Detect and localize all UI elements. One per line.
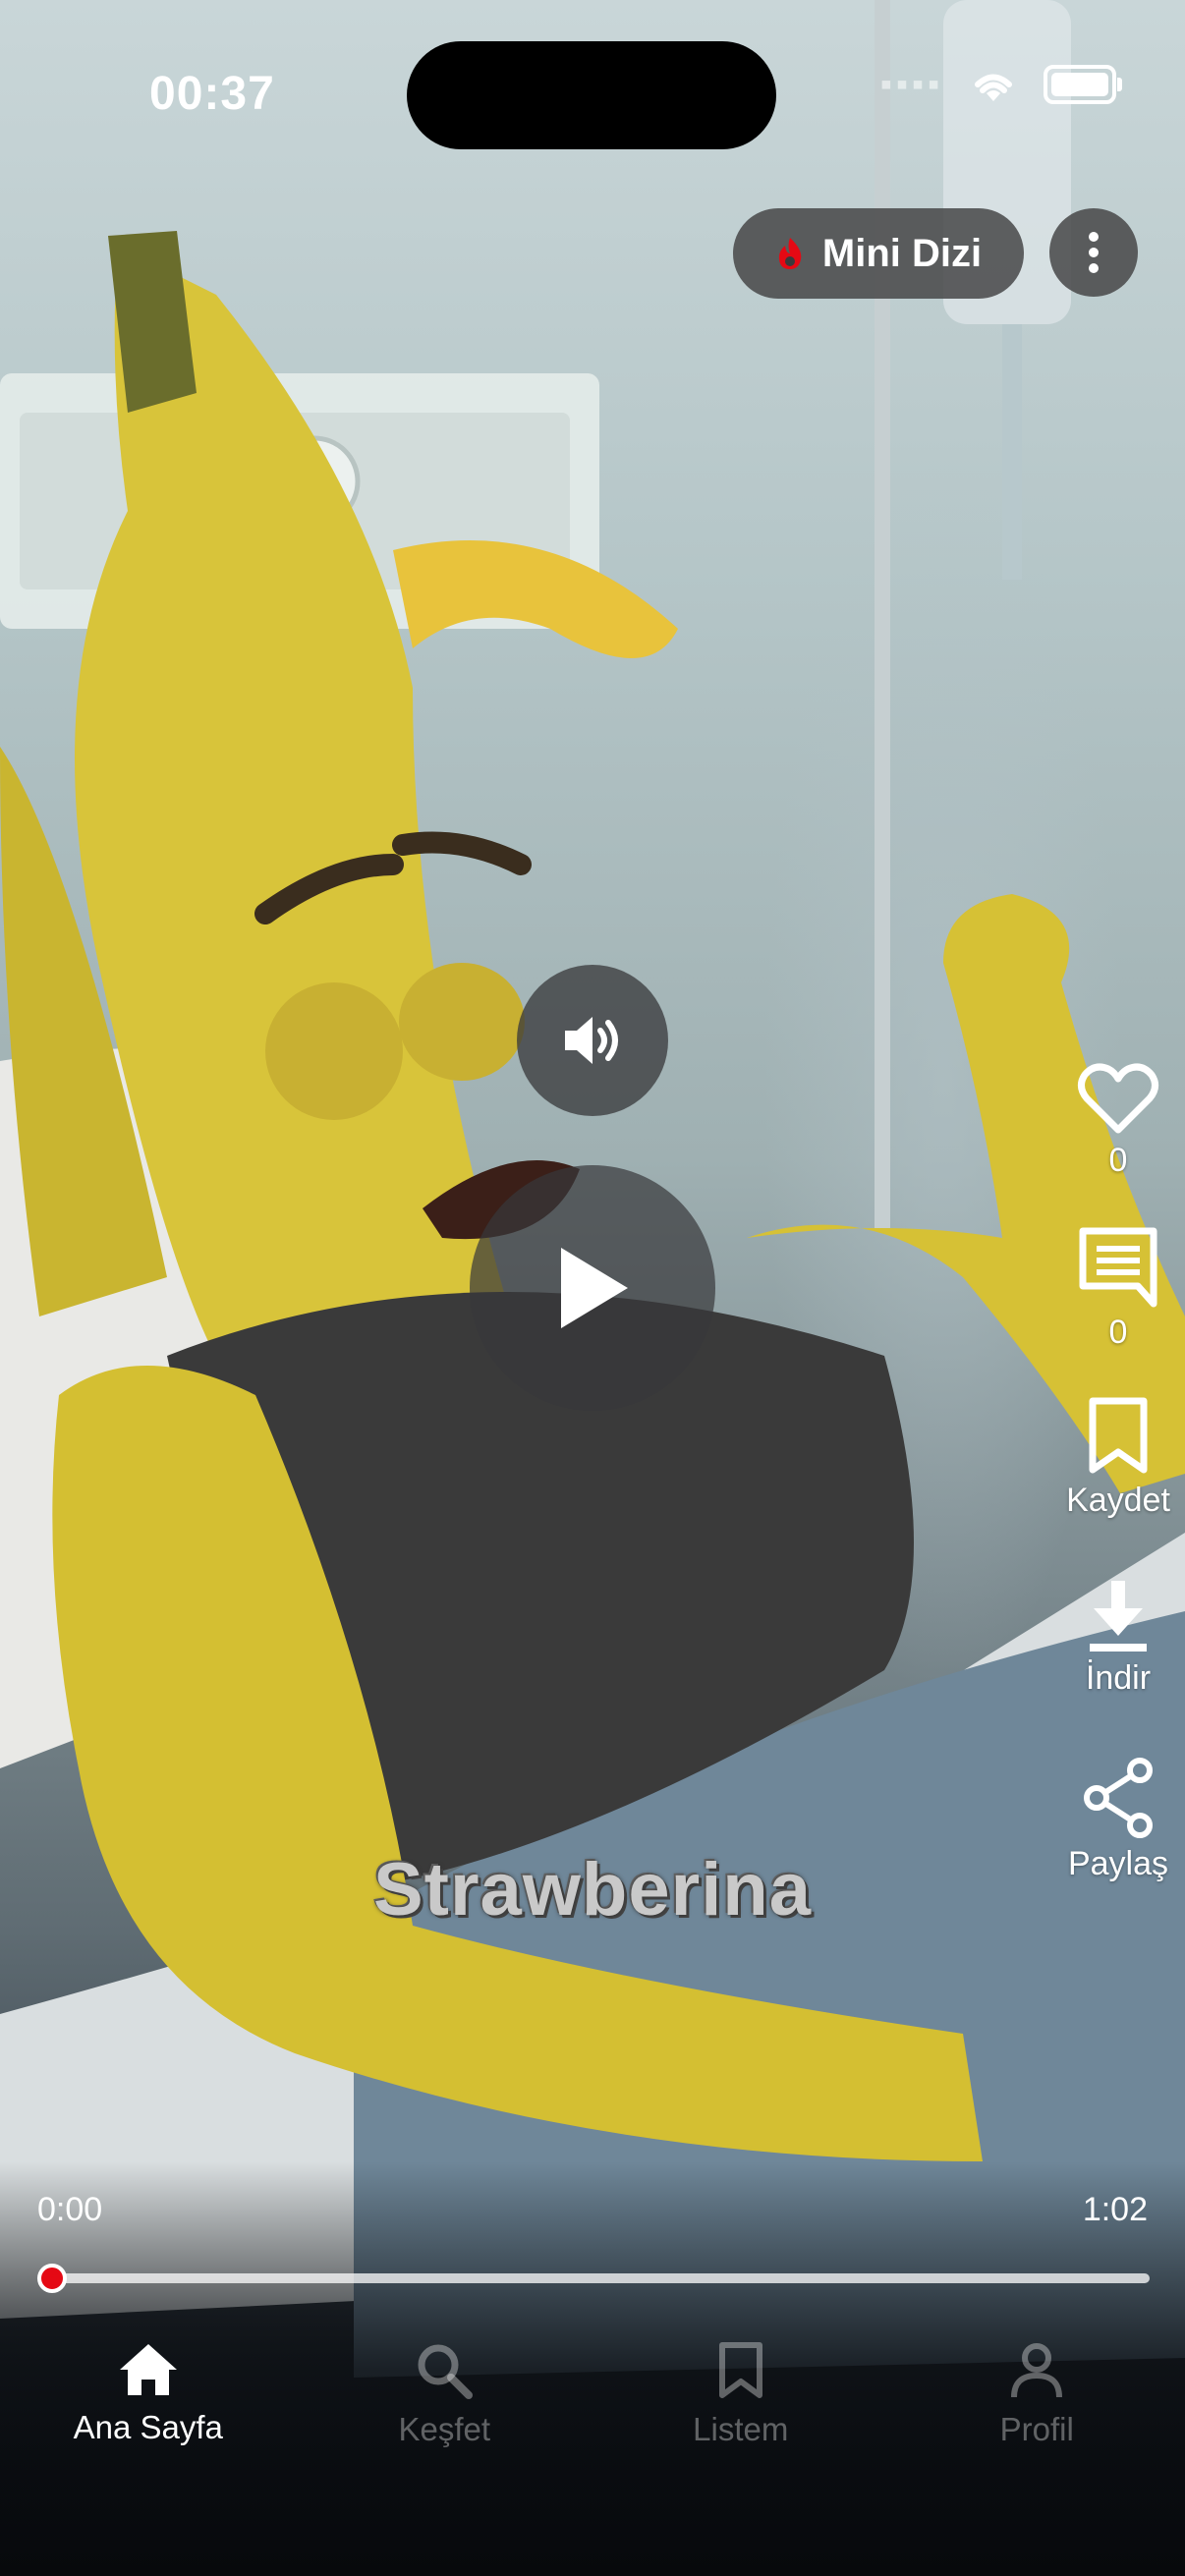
progress-bar[interactable] xyxy=(37,2264,1150,2293)
share-icon xyxy=(1084,1758,1153,1838)
status-bar-time: 00:37 xyxy=(149,68,275,120)
video-player-screen[interactable]: 00:37 ▪▪▪▪ Mini Dizi 0 0 Kaydet İndir Pa… xyxy=(0,0,1185,2576)
mini-dizi-button[interactable]: Mini Dizi xyxy=(733,208,1024,299)
nav-label-explore: Keşfet xyxy=(398,2411,491,2447)
save-button[interactable]: Kaydet xyxy=(1066,1397,1170,1520)
nav-item-explore[interactable]: Keşfet xyxy=(297,2319,593,2576)
nav-item-home[interactable]: Ana Sayfa xyxy=(0,2319,297,2576)
nav-label-profile: Profil xyxy=(999,2411,1074,2447)
like-count: 0 xyxy=(1108,1142,1128,1179)
sound-toggle-button[interactable] xyxy=(517,965,668,1116)
total-duration: 1:02 xyxy=(1082,2191,1148,2228)
bookmark-icon xyxy=(1089,1397,1148,1474)
cellular-signal-icon: ▪▪▪▪ xyxy=(879,65,943,103)
comment-icon xyxy=(1079,1227,1157,1308)
fire-icon xyxy=(778,238,802,269)
progress-scrubber[interactable] xyxy=(37,2264,67,2293)
like-button[interactable]: 0 xyxy=(1077,1061,1159,1180)
comment-button[interactable]: 0 xyxy=(1077,1225,1159,1352)
download-label: İndir xyxy=(1085,1659,1152,1697)
bookmark-icon xyxy=(718,2342,762,2398)
download-button[interactable]: İndir xyxy=(1086,1579,1151,1698)
current-time: 0:00 xyxy=(37,2191,103,2228)
save-label: Kaydet xyxy=(1066,1482,1170,1519)
dynamic-island xyxy=(407,41,776,149)
play-button[interactable] xyxy=(470,1165,715,1411)
action-rail: 0 0 Kaydet İndir Paylaş xyxy=(1051,1061,1185,1883)
video-subtitle: Strawberina xyxy=(372,1848,813,1932)
more-options-button[interactable] xyxy=(1049,208,1138,297)
home-icon xyxy=(119,2344,177,2395)
nav-label-home: Ana Sayfa xyxy=(73,2409,223,2445)
comment-count: 0 xyxy=(1108,1314,1128,1351)
nav-item-my-list[interactable]: Listem xyxy=(592,2319,889,2576)
nav-label-my-list: Listem xyxy=(693,2411,789,2447)
person-icon xyxy=(1011,2343,1063,2398)
bottom-navigation: Ana Sayfa Keşfet Listem Profil xyxy=(0,2319,1185,2576)
volume-icon xyxy=(565,1017,618,1064)
battery-icon xyxy=(1044,65,1122,104)
status-bar-icons: ▪▪▪▪ xyxy=(879,65,1122,104)
wifi-icon xyxy=(975,74,1012,101)
more-vertical-icon xyxy=(1089,232,1099,273)
nav-item-profile[interactable]: Profil xyxy=(889,2319,1185,2576)
heart-icon xyxy=(1078,1063,1158,1134)
search-icon xyxy=(418,2344,474,2399)
mini-dizi-label: Mini Dizi xyxy=(821,231,983,275)
play-icon xyxy=(561,1248,628,1328)
download-icon xyxy=(1089,1581,1147,1652)
